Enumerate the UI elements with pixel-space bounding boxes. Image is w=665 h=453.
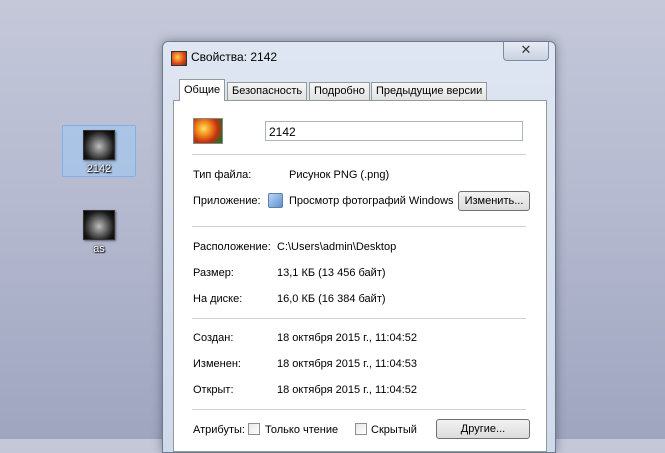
app-label: Приложение: bbox=[193, 195, 261, 207]
desktop-icon-2142[interactable]: 2142 bbox=[62, 125, 136, 177]
disk-size-value: 16,0 КБ (16 384 байт) bbox=[277, 293, 386, 305]
other-attributes-button[interactable]: Другие... bbox=[436, 419, 530, 439]
tab-security[interactable]: Безопасность bbox=[227, 82, 308, 100]
tab-details[interactable]: Подробно bbox=[309, 82, 370, 100]
location-value: C:\Users\admin\Desktop bbox=[277, 241, 397, 253]
divider bbox=[192, 409, 526, 410]
divider bbox=[192, 154, 526, 155]
desktop-icon-label: as bbox=[93, 243, 105, 255]
close-icon: ✕ bbox=[520, 42, 532, 57]
general-tab-panel: 2142 Тип файла: Рисунок PNG (.png) Прило… bbox=[173, 100, 547, 452]
size-label: Размер: bbox=[193, 267, 234, 279]
hidden-label: Скрытый bbox=[371, 424, 417, 436]
app-value: Просмотр фотографий Windows bbox=[289, 195, 454, 207]
title-bar[interactable]: Свойства: 2142 ✕ bbox=[163, 42, 555, 72]
divider bbox=[192, 318, 526, 319]
readonly-checkbox[interactable] bbox=[248, 423, 260, 435]
png-file-icon bbox=[193, 118, 223, 144]
desktop-icon-label: 2142 bbox=[86, 163, 112, 175]
opened-value: 18 октября 2015 г., 11:04:52 bbox=[277, 384, 418, 396]
change-app-button[interactable]: Изменить... bbox=[458, 191, 530, 211]
modified-label: Изменен: bbox=[193, 358, 241, 370]
tab-previous-versions[interactable]: Предыдущие версии bbox=[371, 82, 488, 100]
tab-general[interactable]: Общие bbox=[179, 79, 225, 101]
attributes-label: Атрибуты: bbox=[193, 424, 245, 436]
close-button[interactable]: ✕ bbox=[503, 42, 549, 61]
file-type-label: Тип файла: bbox=[193, 169, 252, 181]
image-thumbnail-icon bbox=[83, 210, 115, 240]
window-title: Свойства: 2142 bbox=[191, 50, 278, 64]
divider bbox=[192, 226, 526, 227]
created-value: 18 октября 2015 г., 11:04:52 bbox=[277, 332, 418, 344]
desktop-icon-as[interactable]: as bbox=[62, 210, 136, 255]
image-file-icon bbox=[171, 51, 187, 66]
created-label: Создан: bbox=[193, 332, 234, 344]
file-name-input[interactable]: 2142 bbox=[265, 121, 523, 141]
hidden-checkbox[interactable] bbox=[355, 423, 367, 435]
properties-window: Свойства: 2142 ✕ Общие Безопасность Подр… bbox=[162, 41, 556, 453]
readonly-label: Только чтение bbox=[265, 424, 339, 436]
location-label: Расположение: bbox=[193, 241, 271, 253]
disk-size-label: На диске: bbox=[193, 293, 243, 305]
opened-label: Открыт: bbox=[193, 384, 234, 396]
file-type-value: Рисунок PNG (.png) bbox=[289, 169, 390, 181]
modified-value: 18 октября 2015 г., 11:04:53 bbox=[277, 358, 418, 370]
size-value: 13,1 КБ (13 456 байт) bbox=[277, 267, 386, 279]
photo-viewer-icon bbox=[268, 193, 283, 208]
image-thumbnail-icon bbox=[83, 130, 115, 160]
